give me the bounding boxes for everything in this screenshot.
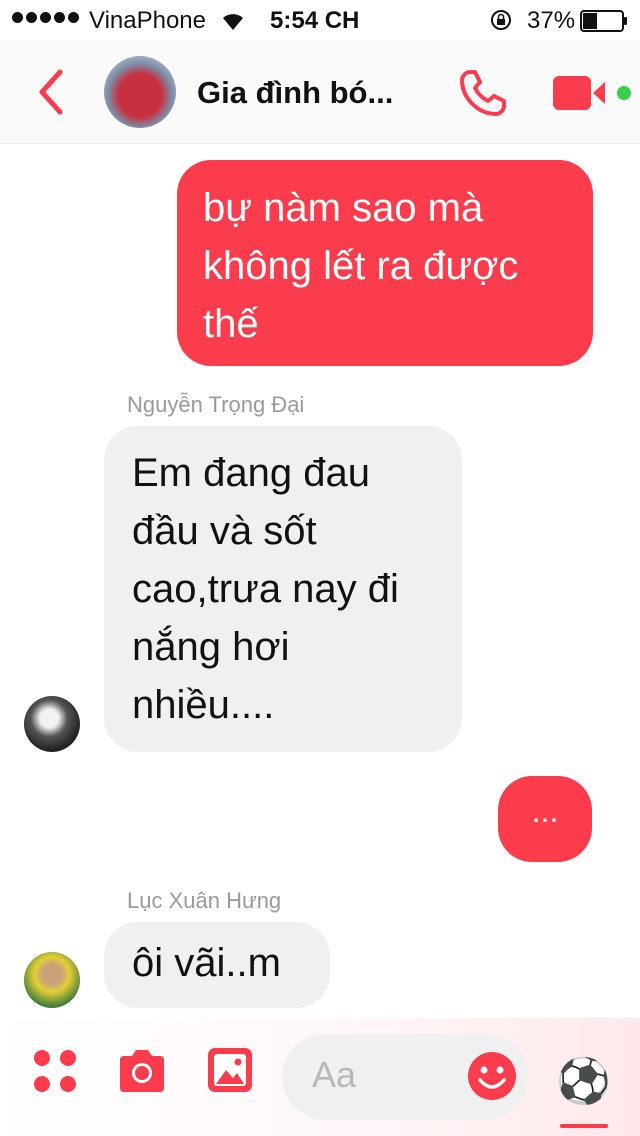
photo-icon[interactable] [206,1046,254,1094]
quick-reaction-underline [560,1124,608,1128]
status-time: 5:54 CH [270,7,360,34]
message-bubble-incoming[interactable]: ôi vãi..m [104,922,330,1008]
soccer-ball-icon[interactable]: ⚽ [556,1056,611,1108]
signal-strength-icon [12,12,79,23]
message-composer: Aa ⚽ [0,1018,640,1136]
conversation-title[interactable]: Gia đình bó... [197,75,393,111]
message-bubble-incoming[interactable]: Em đang đau đầu và sốt cao,trưa nay đi n… [104,426,462,752]
phone-icon[interactable] [458,68,508,118]
group-avatar[interactable] [104,56,176,128]
message-input[interactable]: Aa [282,1034,528,1120]
message-bubble-outgoing[interactable]: ... [498,776,592,862]
sender-name: Nguyễn Trọng Đại [127,392,305,417]
status-bar: VinaPhone 5:54 CH 37% [0,0,640,40]
apps-icon[interactable] [32,1048,78,1094]
chevron-left-icon[interactable] [36,68,66,116]
conversation-header: Gia đình bó... [0,40,640,144]
emoji-icon[interactable] [466,1050,518,1102]
battery-icon [580,10,627,32]
video-camera-icon[interactable] [553,74,611,112]
camera-icon[interactable] [116,1048,168,1094]
wifi-icon [223,14,243,30]
carrier-name: VinaPhone [89,7,206,34]
avatar[interactable] [24,952,80,1008]
message-bubble-outgoing[interactable]: bự nàm sao mà không lết ra được thế [177,160,593,366]
sender-name: Lục Xuân Hưng [127,888,282,913]
avatar[interactable] [24,696,80,752]
active-status-dot [617,86,631,100]
battery-percentage: 37% [527,7,576,34]
message-input-placeholder: Aa [312,1054,357,1095]
rotation-lock-icon [491,10,511,30]
